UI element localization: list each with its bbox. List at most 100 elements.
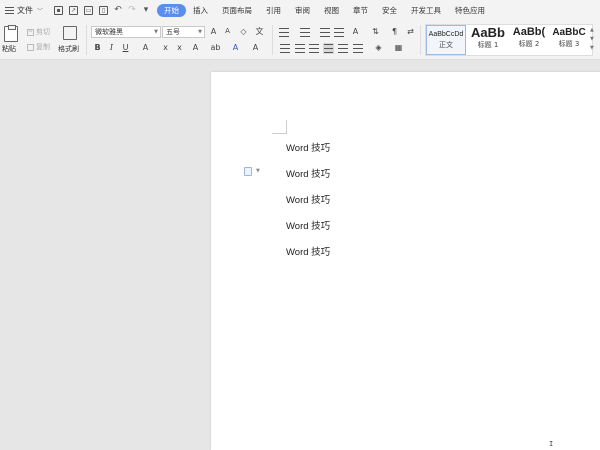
chevron-down-icon: ﹀	[37, 7, 44, 15]
document-page[interactable]: ▼ Word 技巧 Word 技巧 Word 技巧 Word 技巧 Word 技…	[211, 72, 600, 450]
file-menu[interactable]: 文件 ﹀	[0, 0, 47, 20]
chevron-down-icon: ▼	[154, 29, 158, 35]
document-paragraph[interactable]: Word 技巧	[286, 192, 330, 206]
bullet-list-icon[interactable]	[279, 28, 289, 37]
line-spacing-icon[interactable]	[353, 44, 363, 53]
font-color-icon[interactable]: A	[230, 42, 241, 53]
style-normal[interactable]: AaBbCcDd 正文	[426, 25, 466, 55]
font-name-value: 微软雅黑	[95, 28, 123, 36]
export-pdf-icon[interactable]: ↗	[69, 5, 78, 15]
document-paragraph[interactable]: Word 技巧	[286, 166, 330, 180]
tab-security[interactable]: 安全	[375, 4, 404, 17]
tab-page-layout[interactable]: 页面布局	[215, 4, 259, 17]
chevron-down-icon: ▼	[198, 29, 202, 35]
format-painter-icon[interactable]	[63, 26, 77, 40]
shrink-font-icon[interactable]: A	[222, 26, 233, 37]
paste-button-label[interactable]: 粘贴	[2, 44, 16, 54]
style-heading-2[interactable]: AaBb( 标题 2	[509, 25, 549, 55]
document-paragraph[interactable]: Word 技巧	[286, 140, 330, 154]
style-sample: AaBb	[471, 25, 505, 40]
style-heading-3[interactable]: AaBbC 标题 3	[550, 25, 588, 55]
strikethrough-icon[interactable]: A	[140, 42, 151, 53]
chevron-up-icon[interactable]: ▲	[590, 26, 596, 35]
cut-button[interactable]: ✂ 剪切	[27, 27, 50, 37]
tab-references[interactable]: 引用	[259, 4, 288, 17]
copy-button[interactable]: 复制	[27, 42, 50, 52]
text-effect-icon[interactable]: A	[190, 42, 201, 53]
ribbon: 粘贴 ✂ 剪切 复制 格式刷 微软雅黑 ▼ 五号 ▼ A A ◇ 文 B I U…	[0, 20, 600, 60]
tab-section[interactable]: 章节	[346, 4, 375, 17]
italic-icon[interactable]: I	[106, 42, 117, 53]
quick-access-toolbar: ▪ ↗ ▭ ▯ ↶ ↷ ▾	[51, 0, 153, 20]
align-right-icon[interactable]	[309, 44, 319, 53]
superscript-icon[interactable]: x	[160, 42, 171, 53]
font-name-select[interactable]: 微软雅黑 ▼	[91, 26, 161, 38]
hamburger-icon	[5, 6, 14, 14]
shading-icon[interactable]: ◈	[373, 42, 384, 53]
character-shading-icon[interactable]: A	[250, 42, 261, 53]
text-direction-icon[interactable]: ⇄	[405, 26, 416, 37]
print-icon[interactable]: ▭	[84, 5, 93, 15]
ribbon-divider	[86, 25, 87, 55]
copy-icon	[27, 43, 34, 51]
style-name: 标题 1	[477, 41, 499, 49]
style-heading-1[interactable]: AaBb 标题 1	[468, 25, 508, 55]
tab-insert[interactable]: 插入	[186, 4, 215, 17]
highlight-icon[interactable]: ab	[210, 42, 221, 53]
ribbon-divider	[272, 25, 273, 55]
expand-gallery-icon[interactable]: ▼	[590, 44, 596, 53]
sort-icon[interactable]: ⇅	[370, 26, 381, 37]
tab-featured-apps[interactable]: 特色应用	[448, 4, 492, 17]
style-sample: AaBbCcDd	[428, 31, 464, 38]
style-sample: AaBb(	[512, 26, 546, 38]
tab-home[interactable]: 开始	[157, 3, 186, 17]
show-marks-icon[interactable]: ¶	[389, 26, 400, 37]
distributed-icon[interactable]	[338, 44, 348, 53]
align-center-icon[interactable]	[295, 44, 305, 53]
align-left-icon[interactable]	[280, 44, 290, 53]
numbered-list-icon[interactable]	[300, 28, 310, 37]
chevron-down-icon[interactable]: ▼	[590, 35, 596, 44]
style-sample: AaBbC	[552, 27, 586, 38]
style-name: 正文	[439, 41, 453, 49]
clear-format-icon[interactable]: ◇	[238, 26, 249, 37]
menu-bar: 文件 ﹀ ▪ ↗ ▭ ▯ ↶ ↷ ▾ 开始 插入 页面布局 引用 审阅 视图 章…	[0, 0, 600, 20]
undo-icon[interactable]: ↶	[113, 5, 123, 15]
styles-scroll[interactable]: ▲ ▼ ▼	[590, 26, 596, 54]
margin-corner-mark	[272, 120, 287, 134]
scissors-icon: ✂	[27, 28, 34, 36]
tab-view[interactable]: 视图	[317, 4, 346, 17]
styles-gallery: AaBbCcDd 正文 AaBb 标题 1 AaBb( 标题 2 AaBbC 标…	[425, 24, 593, 56]
justify-icon[interactable]	[323, 43, 334, 54]
format-painter-label[interactable]: 格式刷	[58, 44, 79, 54]
borders-icon[interactable]: ▦	[393, 42, 404, 53]
copy-label: 复制	[36, 43, 50, 51]
grow-font-icon[interactable]: A	[208, 26, 219, 37]
print-preview-icon[interactable]: ▯	[99, 5, 108, 15]
tab-review[interactable]: 审阅	[288, 4, 317, 17]
underline-icon[interactable]: U	[120, 42, 131, 53]
bold-icon[interactable]: B	[92, 42, 103, 53]
customize-toolbar-icon[interactable]: ▾	[141, 5, 151, 15]
cut-label: 剪切	[36, 28, 50, 36]
decrease-indent-icon[interactable]	[320, 28, 330, 37]
paste-icon[interactable]	[4, 25, 18, 42]
chevron-down-icon[interactable]: ▼	[256, 168, 260, 174]
ribbon-tabs: 开始 插入 页面布局 引用 审阅 视图 章节 安全 开发工具 特色应用	[157, 0, 492, 20]
ribbon-divider	[420, 25, 421, 55]
tab-developer[interactable]: 开发工具	[404, 4, 448, 17]
chinese-layout-icon[interactable]: A	[350, 26, 361, 37]
increase-indent-icon[interactable]	[334, 28, 344, 37]
file-menu-label: 文件	[17, 5, 33, 15]
document-paragraph[interactable]: Word 技巧	[286, 244, 330, 258]
redo-icon[interactable]: ↷	[127, 5, 137, 15]
font-size-value: 五号	[166, 28, 180, 36]
paragraph-handle-icon[interactable]	[244, 167, 252, 176]
font-size-select[interactable]: 五号 ▼	[162, 26, 205, 38]
phonetic-guide-icon[interactable]: 文	[254, 26, 265, 37]
subscript-icon[interactable]: x	[174, 42, 185, 53]
style-name: 标题 3	[558, 40, 580, 48]
document-paragraph[interactable]: Word 技巧	[286, 218, 330, 232]
save-icon[interactable]: ▪	[54, 5, 63, 15]
text-cursor-icon: I	[549, 441, 554, 449]
